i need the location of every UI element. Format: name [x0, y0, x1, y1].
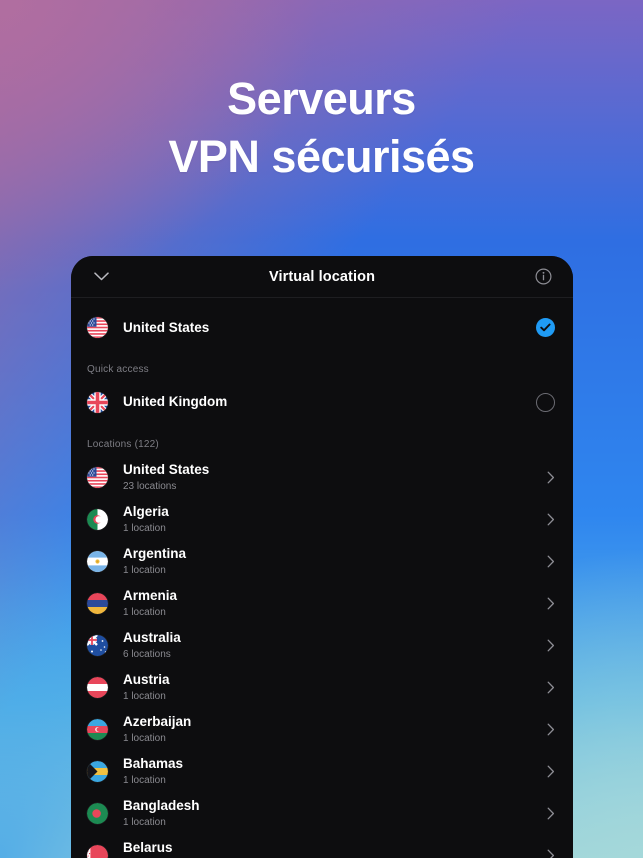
location-row-text: Belarus 1 location [123, 839, 541, 858]
location-sub: 1 location [123, 774, 166, 786]
location-name: Belarus [123, 839, 173, 855]
location-row-armenia[interactable]: Armenia 1 location [71, 582, 573, 624]
headline-line-1: Serveurs [227, 73, 416, 124]
chevron-right-icon[interactable] [541, 639, 555, 652]
chevron-right-icon[interactable] [541, 681, 555, 694]
chevron-right-icon[interactable] [541, 723, 555, 736]
location-list: United States Quick access United Kingdo… [71, 305, 573, 858]
phone-screen: Virtual location United States Quick acc… [71, 256, 573, 858]
quick-access-row-text: United Kingdom [123, 393, 536, 411]
location-name: Argentina [123, 545, 187, 561]
location-row-bahamas[interactable]: Bahamas 1 location [71, 750, 573, 792]
location-row-austria[interactable]: Austria 1 location [71, 666, 573, 708]
location-row-australia[interactable]: Australia 6 locations [71, 624, 573, 666]
flag-icon-at [87, 676, 108, 698]
location-row-text: Argentina 1 location [123, 545, 541, 578]
location-sub: 23 locations [123, 480, 177, 492]
location-row-argentina[interactable]: Argentina 1 location [71, 540, 573, 582]
chevron-right-icon[interactable] [541, 807, 555, 820]
location-sub: 6 locations [123, 648, 171, 660]
app-topbar: Virtual location [71, 256, 573, 298]
location-name: Austria [123, 671, 170, 687]
chevron-right-icon[interactable] [541, 471, 555, 484]
flag-icon-ar [87, 550, 108, 572]
location-row-bangladesh[interactable]: Bangladesh 1 location [71, 792, 573, 834]
current-location-row[interactable]: United States [71, 305, 573, 350]
location-sub: 1 location [123, 690, 166, 702]
flag-icon-dz [87, 508, 108, 530]
location-name: Azerbaijan [123, 713, 192, 729]
quick-access-name: United Kingdom [123, 394, 228, 409]
location-row-text: Bahamas 1 location [123, 755, 541, 788]
flag-icon-us [87, 317, 108, 338]
flag-icon-bs [87, 760, 108, 782]
location-name: Armenia [123, 587, 178, 603]
location-name: Bahamas [123, 755, 184, 771]
collapse-button[interactable] [83, 256, 119, 297]
location-sub: 1 location [123, 564, 166, 576]
chevron-right-icon[interactable] [541, 513, 555, 526]
location-row-algeria[interactable]: Algeria 1 location [71, 498, 573, 540]
location-sub: 1 location [123, 522, 166, 534]
location-name: Algeria [123, 503, 169, 519]
location-row-text: Azerbaijan 1 location [123, 713, 541, 746]
radio-empty-icon[interactable] [536, 392, 555, 412]
location-name: Bangladesh [123, 797, 200, 813]
location-row-text: Armenia 1 location [123, 587, 541, 620]
chevron-right-icon[interactable] [541, 555, 555, 568]
current-location-name: United States [123, 319, 210, 335]
location-row-text: Austria 1 location [123, 671, 541, 704]
quick-access-row-united-kingdom[interactable]: United Kingdom [71, 381, 573, 423]
location-row-belarus[interactable]: Belarus 1 location [71, 834, 573, 858]
flag-icon-az [87, 718, 108, 740]
location-sub: 1 location [123, 732, 166, 744]
chevron-down-icon [93, 272, 109, 281]
chevron-right-icon[interactable] [541, 597, 555, 610]
chevron-right-icon[interactable] [541, 849, 555, 858]
location-sub: 1 location [123, 606, 166, 618]
flag-icon-gb [87, 391, 108, 413]
location-row-azerbaijan[interactable]: Azerbaijan 1 location [71, 708, 573, 750]
flag-icon-by [87, 844, 108, 858]
flag-icon-am [87, 592, 108, 614]
check-circle-filled-icon[interactable] [536, 318, 555, 337]
locations-label: Locations (122) [87, 439, 159, 450]
location-row-text: United States 23 locations [123, 461, 541, 494]
quick-access-label: Quick access [87, 364, 149, 375]
location-row-text: Algeria 1 location [123, 503, 541, 536]
chevron-right-icon[interactable] [541, 765, 555, 778]
location-row-text: Bangladesh 1 location [123, 797, 541, 830]
location-name: United States [123, 461, 210, 477]
info-button[interactable] [525, 256, 561, 297]
location-row-text: Australia 6 locations [123, 629, 541, 662]
location-row-united-states[interactable]: United States 23 locations [71, 456, 573, 498]
location-sub: 1 location [123, 816, 166, 828]
location-name: Australia [123, 629, 181, 645]
topbar-title: Virtual location [268, 268, 376, 285]
flag-icon-au [87, 634, 108, 656]
flag-icon-us [87, 466, 108, 488]
headline-line-2: VPN sécurisés [168, 130, 475, 182]
page-headline: Serveurs VPN sécurisés [0, 70, 643, 185]
info-circle-icon [534, 268, 552, 285]
flag-icon-bd [87, 802, 108, 824]
current-location-text: United States [123, 319, 536, 337]
